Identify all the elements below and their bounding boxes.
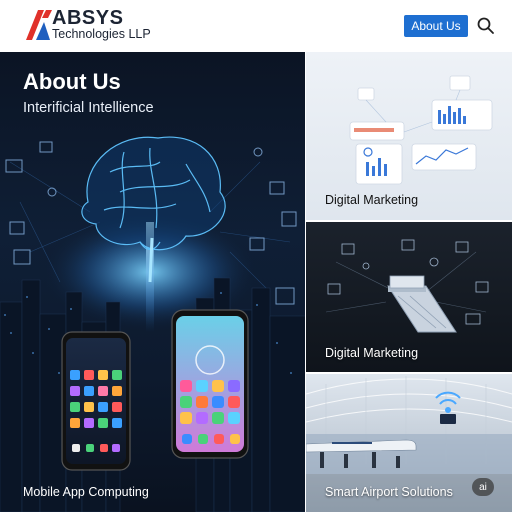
digital-marketing-tile[interactable]: Digital Marketing (306, 52, 512, 220)
digital-marketing-tile[interactable]: Digital Marketing (306, 222, 512, 372)
ai-brain-cityscape-illustration (0, 136, 306, 512)
tile-caption: Digital Marketing (325, 193, 419, 207)
about-us-button[interactable]: About Us (404, 15, 468, 37)
hero-subtitle: Interificial Intellience (23, 100, 154, 116)
search-icon[interactable] (476, 16, 496, 36)
hero-title: About Us (23, 69, 121, 94)
brand-subtitle: Technologies LLP (52, 27, 151, 41)
hero-caption[interactable]: Mobile App Computing (23, 485, 149, 499)
tile-caption: Smart Airport Solutions (325, 485, 453, 499)
tile-caption: Digital Marketing (325, 346, 419, 360)
site-header: ABSYS Technologies LLP About Us (0, 0, 512, 52)
about-hero-panel[interactable]: About Us Interificial Intellience Mobile… (0, 52, 306, 512)
ai-badge[interactable]: ai (472, 478, 494, 496)
